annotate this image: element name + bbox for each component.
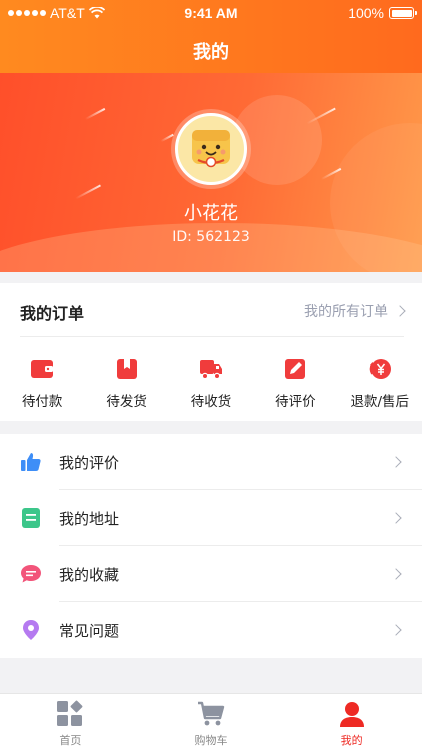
- order-refund-aftersale[interactable]: 退款/售后: [338, 355, 422, 411]
- edit-icon: [285, 359, 306, 379]
- all-orders-label: 我的所有订单: [304, 304, 388, 320]
- grid-icon: [57, 700, 83, 726]
- tab-mine[interactable]: 我的: [281, 694, 422, 750]
- order-item-label: 待发货: [106, 394, 147, 410]
- menu-item-my-favorites[interactable]: 我的收藏: [0, 546, 422, 602]
- order-pending-shipment[interactable]: 待发货: [84, 355, 168, 411]
- tab-label: 首页: [59, 734, 82, 747]
- truck-icon: [199, 360, 222, 380]
- order-item-label: 待评价: [275, 394, 316, 410]
- menu-item-label: 我的地址: [59, 510, 120, 528]
- chevron-right-icon: [390, 512, 402, 524]
- decor-streak: [160, 133, 174, 142]
- user-id: ID: 562123: [172, 229, 250, 245]
- user-icon: [339, 702, 364, 727]
- menu-item-label: 常见问题: [59, 622, 120, 640]
- order-pending-receipt[interactable]: 待收货: [169, 355, 253, 411]
- decor-streak: [84, 107, 106, 120]
- decor-streak: [75, 184, 101, 199]
- menu-item-label: 我的评价: [59, 454, 120, 472]
- status-bar: AT&T 9:41 AM 100%: [0, 0, 422, 26]
- avatar[interactable]: [175, 113, 247, 185]
- battery-icon: [389, 7, 417, 19]
- menu-item-label: 我的收藏: [59, 566, 120, 584]
- order-pending-review[interactable]: 待评价: [253, 355, 337, 411]
- avatar-face-icon: [192, 130, 230, 168]
- orders-header: 我的订单 我的所有订单: [20, 283, 406, 337]
- order-status-row: 待付款 待发货 待收货 待评价 退款/售后: [0, 355, 422, 411]
- tab-bar: 首页 购物车 我的: [0, 693, 422, 750]
- refund-icon: [369, 359, 391, 379]
- order-pending-payment[interactable]: 待付款: [0, 355, 84, 411]
- chevron-right-icon: [390, 624, 402, 636]
- order-item-label: 退款/售后: [350, 394, 410, 410]
- package-icon: [116, 359, 137, 379]
- location-pin-icon: [23, 620, 39, 640]
- all-orders-link[interactable]: 我的所有订单: [304, 301, 406, 321]
- order-item-label: 待收货: [190, 394, 232, 410]
- tab-label: 我的: [340, 734, 363, 747]
- chevron-right-icon: [390, 456, 402, 468]
- tab-cart[interactable]: 购物车: [141, 694, 282, 750]
- menu-item-faq[interactable]: 常见问题: [0, 602, 422, 658]
- menu-item-my-reviews[interactable]: 我的评价: [0, 434, 422, 490]
- username: 小花花: [184, 203, 238, 224]
- profile-screen: AT&T 9:41 AM 100% 我的 小花花 ID: 562123 我的订单…: [0, 0, 422, 750]
- chevron-right-icon: [394, 305, 406, 317]
- document-icon: [22, 508, 40, 528]
- profile-header: 小花花 ID: 562123: [0, 73, 422, 272]
- battery-percent: 100%: [348, 5, 384, 21]
- wallet-icon: [31, 360, 54, 378]
- menu-item-my-address[interactable]: 我的地址: [0, 490, 422, 546]
- chat-bubble-icon: [21, 565, 41, 583]
- tab-label: 购物车: [194, 734, 228, 747]
- orders-title: 我的订单: [20, 304, 85, 323]
- menu-list: 我的评价 我的地址 我的收藏 常见问题: [0, 434, 422, 658]
- cart-icon: [198, 701, 225, 726]
- thumbs-up-icon: [21, 453, 41, 471]
- order-item-label: 待付款: [21, 394, 63, 410]
- tab-home[interactable]: 首页: [0, 694, 141, 750]
- orders-card: 我的订单 我的所有订单 待付款 待发货 待收货 待评价 退款/售后: [0, 283, 422, 421]
- page-title: 我的: [193, 42, 229, 63]
- chevron-right-icon: [390, 568, 402, 580]
- top-bar: AT&T 9:41 AM 100% 我的: [0, 0, 422, 73]
